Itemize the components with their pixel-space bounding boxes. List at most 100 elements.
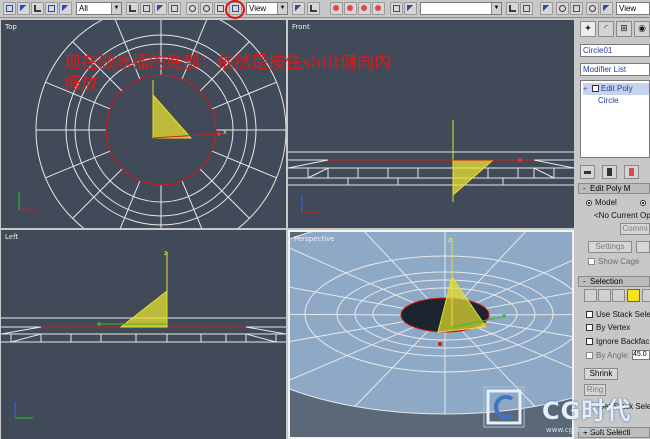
settings-extra-button[interactable] bbox=[636, 241, 650, 253]
front-wireframe bbox=[288, 120, 574, 213]
select-move-icon[interactable] bbox=[186, 2, 199, 15]
border-level-selected-icon[interactable] bbox=[627, 289, 640, 302]
bind-space-warp-icon[interactable] bbox=[45, 2, 58, 15]
motion-tab-icon[interactable]: ◉ bbox=[634, 21, 650, 37]
viewport-top[interactable]: x Top bbox=[1, 20, 286, 228]
object-name-field[interactable]: Circle01 bbox=[580, 44, 650, 57]
modifier-list-dropdown[interactable]: Modifier List bbox=[580, 63, 650, 76]
checkbox-icon bbox=[586, 324, 593, 331]
collapse-icon: - bbox=[583, 277, 586, 286]
viewport-front[interactable]: Front bbox=[288, 20, 574, 228]
by-vertex-checkbox[interactable]: By Vertex bbox=[586, 323, 630, 332]
ignore-backfacing-checkbox[interactable]: Ignore Backfac bbox=[586, 337, 649, 346]
polygon-level-icon[interactable] bbox=[642, 289, 650, 302]
show-cage-checkbox[interactable]: Show Cage bbox=[588, 257, 639, 266]
render-type-value: View bbox=[619, 4, 637, 13]
snap-toggle-icon[interactable] bbox=[330, 2, 343, 15]
current-operation-text: <No Current Op bbox=[594, 211, 650, 220]
pin-stack-icon[interactable] bbox=[580, 165, 595, 179]
pivot-point-icon[interactable] bbox=[292, 2, 305, 15]
viewport-label-front[interactable]: Front bbox=[292, 23, 310, 31]
named-selection-icon[interactable] bbox=[404, 2, 417, 15]
main-toolbar: All ▼ View ▼ ▼ View bbox=[0, 0, 650, 19]
mirror-icon[interactable] bbox=[506, 2, 519, 15]
layer-manager-icon[interactable] bbox=[540, 2, 553, 15]
annotation-line-1: 现在做冰插的底部：依然是按住shift健向内 bbox=[64, 53, 392, 73]
rollout-title: Selection bbox=[590, 277, 623, 286]
material-editor-icon[interactable] bbox=[586, 2, 599, 15]
percent-snap-icon[interactable] bbox=[358, 2, 371, 15]
watermark: CG时代 www.cgtimo.com.cn bbox=[476, 383, 650, 439]
model-radio[interactable]: Model bbox=[586, 198, 617, 207]
by-angle-value-field[interactable]: 45.0 bbox=[632, 350, 650, 360]
viewport-label-perspective[interactable]: Perspective bbox=[294, 235, 335, 243]
select-manipulate-icon[interactable] bbox=[307, 2, 320, 15]
stack-item-circle[interactable]: Circle bbox=[598, 96, 618, 105]
selection-filter-value: All bbox=[79, 4, 88, 13]
use-stack-selection-checkbox[interactable]: Use Stack Sele bbox=[586, 310, 650, 319]
show-end-result-icon[interactable] bbox=[602, 165, 617, 179]
spinner-snap-icon[interactable] bbox=[372, 2, 385, 15]
make-unique-icon[interactable] bbox=[624, 165, 639, 179]
angle-snap-icon[interactable] bbox=[344, 2, 357, 15]
selection-filter-icon[interactable] bbox=[59, 2, 72, 15]
chevron-down-icon: ▼ bbox=[111, 3, 121, 14]
align-icon[interactable] bbox=[520, 2, 533, 15]
viewport-label-top[interactable]: Top bbox=[5, 23, 17, 31]
render-type-dropdown[interactable]: View bbox=[616, 2, 650, 15]
rollout-selection[interactable]: - Selection bbox=[578, 276, 650, 287]
annotation-line-2: 缩放 bbox=[64, 74, 98, 94]
window-crossing-icon[interactable] bbox=[168, 2, 181, 15]
collapse-icon: - bbox=[583, 184, 586, 193]
animate-radio[interactable] bbox=[640, 198, 649, 207]
unlink-icon[interactable] bbox=[31, 2, 44, 15]
schematic-view-icon[interactable] bbox=[570, 2, 583, 15]
tutorial-annotation: 现在做冰插的底部：依然是按住shift健向内 缩放 bbox=[64, 53, 564, 95]
svg-text:z: z bbox=[448, 237, 451, 244]
watermark-url: www.cgtimo.com.cn bbox=[546, 426, 617, 434]
checkbox-icon bbox=[588, 258, 595, 265]
highlight-circle-annotation bbox=[225, 0, 245, 19]
border-level-icon[interactable] bbox=[612, 289, 625, 302]
checkbox-icon bbox=[586, 338, 593, 345]
edge-level-icon[interactable] bbox=[598, 289, 611, 302]
selection-filter-dropdown[interactable]: All ▼ bbox=[76, 2, 122, 15]
brand-logo-icon bbox=[483, 386, 525, 428]
stack-item-edit-poly[interactable]: + Edit Poly bbox=[583, 83, 649, 95]
rollout-title: Edit Poly M bbox=[590, 184, 631, 193]
shrink-button[interactable]: Shrink bbox=[584, 368, 618, 380]
stack-item-label: Edit Poly bbox=[601, 84, 633, 93]
svg-text:z: z bbox=[164, 250, 167, 257]
undo-icon[interactable] bbox=[3, 2, 16, 15]
named-selection-dropdown[interactable]: ▼ bbox=[420, 2, 502, 15]
rollout-edit-poly-mode[interactable]: - Edit Poly M bbox=[578, 183, 650, 194]
watermark-brand: CG时代 bbox=[542, 397, 632, 425]
render-scene-icon[interactable] bbox=[600, 2, 613, 15]
settings-button[interactable]: Settings bbox=[588, 241, 632, 253]
viewport-label-left[interactable]: Left bbox=[5, 233, 18, 241]
modify-tab-icon[interactable]: ◜ bbox=[598, 21, 614, 37]
create-tab-icon[interactable]: ✦ bbox=[580, 21, 596, 37]
select-link-icon[interactable] bbox=[17, 2, 30, 15]
edit-named-selection-icon[interactable] bbox=[390, 2, 403, 15]
curve-editor-icon[interactable] bbox=[556, 2, 569, 15]
checkbox-icon bbox=[586, 311, 593, 318]
expand-icon[interactable]: + bbox=[583, 84, 588, 96]
ignore-backfacing-label: Ignore Backfac bbox=[596, 337, 650, 346]
show-cage-label: Show Cage bbox=[598, 257, 640, 266]
select-object-icon[interactable] bbox=[126, 2, 139, 15]
radio-icon bbox=[586, 200, 592, 206]
hierarchy-tab-icon[interactable]: ⊞ bbox=[616, 21, 632, 37]
viewport-left[interactable]: z Left bbox=[1, 230, 286, 439]
reference-coordinate-dropdown[interactable]: View ▼ bbox=[246, 2, 288, 15]
rectangular-selection-icon[interactable] bbox=[154, 2, 167, 15]
select-by-name-icon[interactable] bbox=[140, 2, 153, 15]
vertex-level-icon[interactable] bbox=[584, 289, 597, 302]
modifier-toggle-icon[interactable] bbox=[592, 85, 599, 92]
commit-button[interactable]: Commi bbox=[620, 223, 650, 235]
by-angle-checkbox[interactable]: By Angle: bbox=[586, 351, 630, 360]
by-angle-label: By Angle: bbox=[596, 351, 630, 360]
use-stack-selection-label: Use Stack Sele bbox=[596, 310, 650, 319]
left-wireframe: z bbox=[1, 250, 286, 419]
select-rotate-icon[interactable] bbox=[200, 2, 213, 15]
